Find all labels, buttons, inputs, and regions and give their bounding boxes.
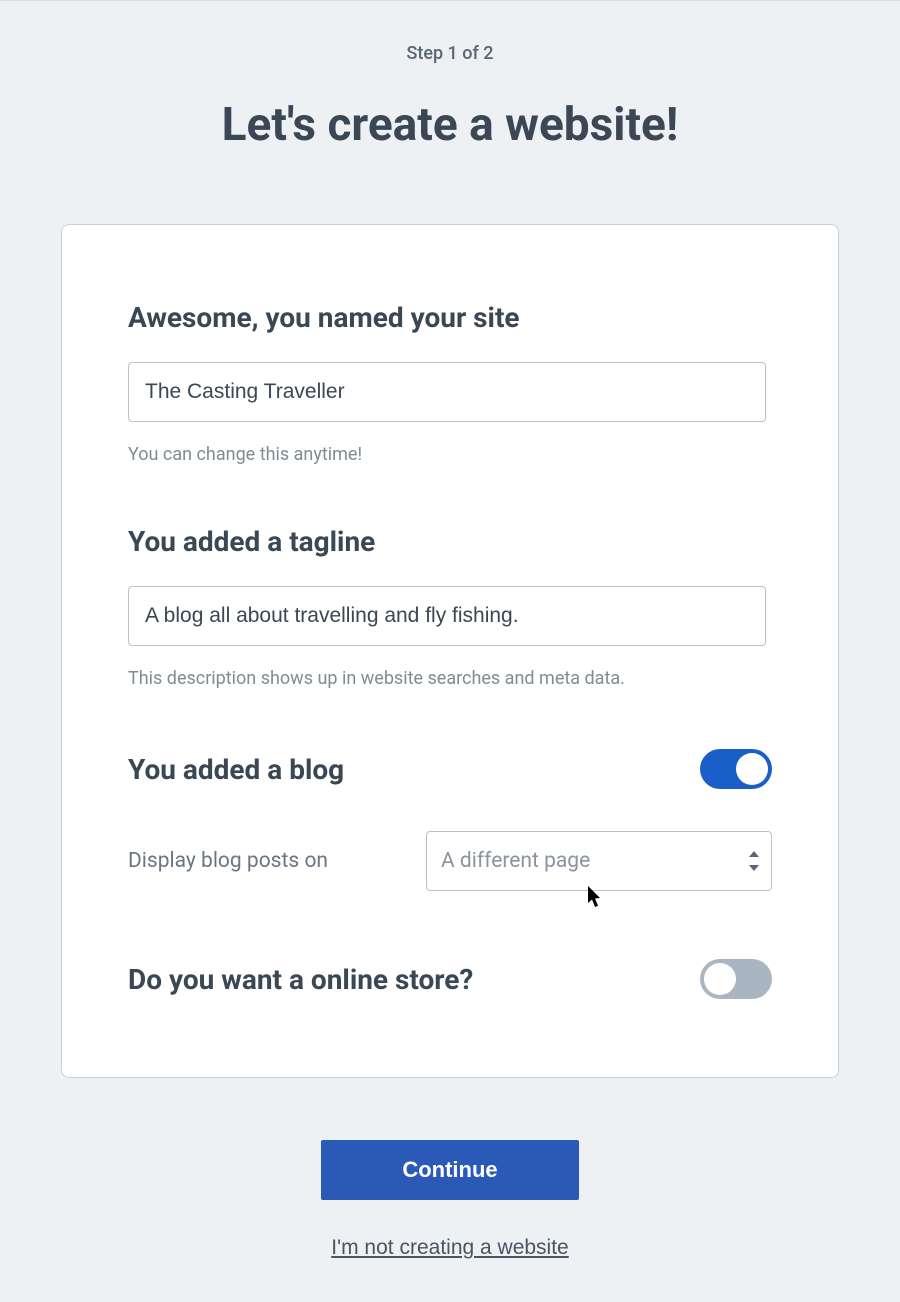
- store-toggle[interactable]: [700, 959, 772, 999]
- skip-link[interactable]: I'm not creating a website: [331, 1236, 568, 1260]
- store-heading: Do you want a online store?: [128, 963, 473, 996]
- site-name-input[interactable]: [128, 362, 766, 422]
- site-name-heading: Awesome, you named your site: [128, 301, 772, 334]
- footer-actions: Continue I'm not creating a website: [321, 1140, 579, 1260]
- step-indicator: Step 1 of 2: [406, 43, 493, 64]
- blog-heading: You added a blog: [128, 753, 344, 786]
- blog-display-select[interactable]: A different page: [426, 831, 772, 891]
- blog-section: You added a blog Display blog posts on A…: [128, 749, 772, 891]
- blog-display-label: Display blog posts on: [128, 849, 328, 873]
- store-section: Do you want a online store?: [128, 959, 772, 999]
- form-card: Awesome, you named your site You can cha…: [61, 224, 839, 1078]
- tagline-heading: You added a tagline: [128, 525, 772, 558]
- site-name-section: Awesome, you named your site You can cha…: [128, 301, 772, 465]
- tagline-input[interactable]: [128, 586, 766, 646]
- tagline-section: You added a tagline This description sho…: [128, 525, 772, 689]
- continue-button[interactable]: Continue: [321, 1140, 579, 1200]
- toggle-handle: [736, 753, 768, 785]
- blog-display-value: A different page: [441, 849, 590, 873]
- tagline-helper: This description shows up in website sea…: [128, 668, 772, 689]
- toggle-handle: [704, 963, 736, 995]
- blog-toggle[interactable]: [700, 749, 772, 789]
- site-name-helper: You can change this anytime!: [128, 444, 772, 465]
- page-title: Let's create a website!: [222, 98, 679, 152]
